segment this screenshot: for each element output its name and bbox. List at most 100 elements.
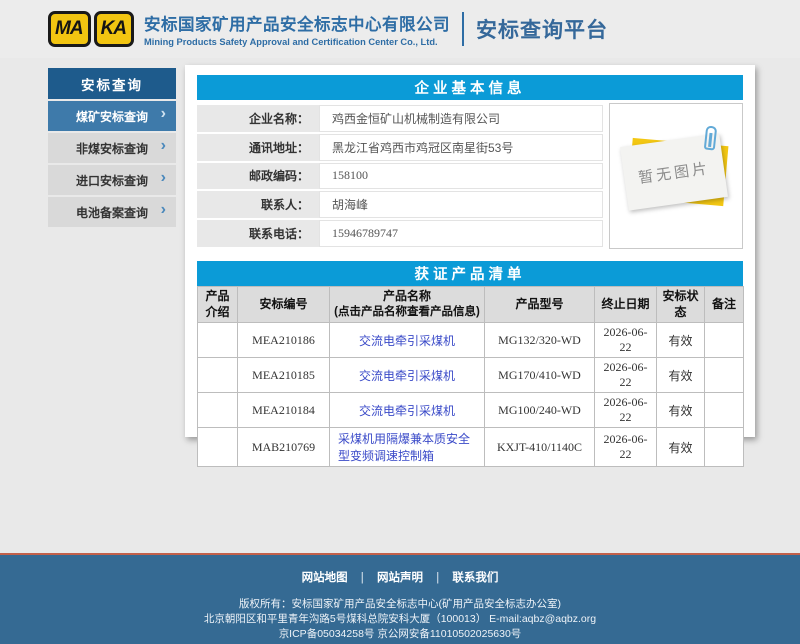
col-model: 产品型号 bbox=[485, 287, 595, 323]
table-row: MAB210769 采煤机用隔爆兼本质安全型变频调速控制箱 KXJT-410/1… bbox=[198, 428, 744, 467]
cell-intro bbox=[198, 428, 238, 467]
product-name-link[interactable]: 交流电牵引采煤机 bbox=[359, 404, 455, 418]
sidebar-title: 安标查询 bbox=[48, 68, 176, 99]
org-name-en: Mining Products Safety Approval and Cert… bbox=[144, 37, 450, 47]
col-remark: 备注 bbox=[705, 287, 744, 323]
product-name-link[interactable]: 交流电牵引采煤机 bbox=[359, 369, 455, 383]
col-product-name: 产品名称 (点击产品名称查看产品信息) bbox=[330, 287, 485, 323]
footer-address: 北京朝阳区和平里青年沟路5号煤科总院安科大厦（100013） E-mail:aq… bbox=[0, 612, 800, 627]
top-header: MA KA 安标国家矿用产品安全标志中心有限公司 Mining Products… bbox=[0, 0, 800, 58]
phone-value: 15946789747 bbox=[319, 220, 603, 247]
company-name-label: 企业名称： bbox=[197, 105, 319, 132]
sidebar: 安标查询 煤矿安标查询 › 非煤安标查询 › 进口安标查询 › 电池备案查询 › bbox=[48, 68, 176, 227]
footer-links: 网站地图 | 网站声明 | 联系我们 bbox=[0, 555, 800, 585]
col-product-name-hint: (点击产品名称查看产品信息) bbox=[333, 305, 481, 320]
page-footer: 网站地图 | 网站声明 | 联系我们 版权所有：安标国家矿用产品安全标志中心(矿… bbox=[0, 553, 800, 644]
table-header-row: 产品介绍 安标编号 产品名称 (点击产品名称查看产品信息) 产品型号 终止日期 … bbox=[198, 287, 744, 323]
sidebar-item-label: 进口安标查询 bbox=[76, 172, 148, 189]
col-status: 安标状态 bbox=[657, 287, 705, 323]
sidebar-item-noncoal-query[interactable]: 非煤安标查询 › bbox=[48, 133, 176, 163]
cell-remark bbox=[705, 393, 744, 428]
footer-link-statement[interactable]: 网站声明 bbox=[377, 572, 423, 584]
table-row: 通讯地址： 黑龙江省鸡西市鸡冠区南星街53号 bbox=[197, 134, 603, 161]
no-image-text: 暂无图片 bbox=[637, 157, 711, 188]
logo-ma-badge: MA bbox=[48, 11, 91, 47]
footer-separator: | bbox=[361, 572, 364, 584]
maka-logo: MA KA bbox=[48, 11, 134, 47]
chevron-right-icon: › bbox=[161, 137, 166, 155]
cell-cert-no: MAB210769 bbox=[238, 428, 330, 467]
sidebar-item-label: 电池备案查询 bbox=[76, 204, 148, 221]
postcode-value: 158100 bbox=[319, 163, 603, 190]
postcode-label: 邮政编码： bbox=[197, 163, 319, 190]
products-header: 获证产品清单 bbox=[197, 261, 743, 286]
cell-expiry: 2026-06-22 bbox=[595, 323, 657, 358]
footer-copyright-block: 版权所有：安标国家矿用产品安全标志中心(矿用产品安全标志办公室) 北京朝阳区和平… bbox=[0, 597, 800, 642]
main-panel: 企业基本信息 企业名称： 鸡西金恒矿山机械制造有限公司 通讯地址： 黑龙江省鸡西… bbox=[185, 65, 755, 437]
org-titles: 安标国家矿用产品安全标志中心有限公司 Mining Products Safet… bbox=[144, 11, 450, 47]
col-cert-no: 安标编号 bbox=[238, 287, 330, 323]
table-row: 邮政编码： 158100 bbox=[197, 163, 603, 190]
table-row: MEA210185 交流电牵引采煤机 MG170/410-WD 2026-06-… bbox=[198, 358, 744, 393]
content-area: 安标查询 煤矿安标查询 › 非煤安标查询 › 进口安标查询 › 电池备案查询 ›… bbox=[0, 58, 800, 553]
company-name-value: 鸡西金恒矿山机械制造有限公司 bbox=[319, 105, 603, 132]
footer-link-sitemap[interactable]: 网站地图 bbox=[302, 572, 348, 584]
footer-link-contact[interactable]: 联系我们 bbox=[452, 572, 498, 584]
footer-copyright: 版权所有：安标国家矿用产品安全标志中心(矿用产品安全标志办公室) bbox=[0, 597, 800, 612]
product-name-link[interactable]: 采煤机用隔爆兼本质安全型变频调速控制箱 bbox=[338, 432, 470, 463]
org-name-cn: 安标国家矿用产品安全标志中心有限公司 bbox=[144, 11, 450, 35]
cell-remark bbox=[705, 428, 744, 467]
cell-expiry: 2026-06-22 bbox=[595, 428, 657, 467]
cell-cert-no: MEA210184 bbox=[238, 393, 330, 428]
chevron-right-icon: › bbox=[161, 105, 166, 123]
sidebar-item-coal-query[interactable]: 煤矿安标查询 › bbox=[48, 101, 176, 131]
sidebar-item-import-query[interactable]: 进口安标查询 › bbox=[48, 165, 176, 195]
logo-ka-badge: KA bbox=[94, 11, 134, 47]
cell-intro bbox=[198, 358, 238, 393]
address-label: 通讯地址： bbox=[197, 134, 319, 161]
cell-status: 有效 bbox=[657, 323, 705, 358]
cell-remark bbox=[705, 358, 744, 393]
header-divider bbox=[462, 12, 464, 46]
cell-status: 有效 bbox=[657, 393, 705, 428]
col-expiry: 终止日期 bbox=[595, 287, 657, 323]
cell-remark bbox=[705, 323, 744, 358]
table-row: 联系电话： 15946789747 bbox=[197, 220, 603, 247]
no-image-placeholder: 暂无图片 bbox=[609, 103, 743, 249]
footer-separator: | bbox=[436, 572, 439, 584]
cell-status: 有效 bbox=[657, 428, 705, 467]
cell-intro bbox=[198, 323, 238, 358]
contact-label: 联系人： bbox=[197, 191, 319, 218]
col-product-name-line1: 产品名称 bbox=[333, 289, 481, 305]
address-value: 黑龙江省鸡西市鸡冠区南星街53号 bbox=[319, 134, 603, 161]
cell-model: MG170/410-WD bbox=[485, 358, 595, 393]
products-table: 产品介绍 安标编号 产品名称 (点击产品名称查看产品信息) 产品型号 终止日期 … bbox=[197, 286, 744, 467]
cell-model: KXJT-410/1140C bbox=[485, 428, 595, 467]
sidebar-item-label: 非煤安标查询 bbox=[76, 140, 148, 157]
company-info-section: 企业名称： 鸡西金恒矿山机械制造有限公司 通讯地址： 黑龙江省鸡西市鸡冠区南星街… bbox=[197, 103, 743, 249]
cell-cert-no: MEA210185 bbox=[238, 358, 330, 393]
chevron-right-icon: › bbox=[161, 201, 166, 219]
company-info-table: 企业名称： 鸡西金恒矿山机械制造有限公司 通讯地址： 黑龙江省鸡西市鸡冠区南星街… bbox=[197, 103, 603, 249]
cell-cert-no: MEA210186 bbox=[238, 323, 330, 358]
table-row: MEA210184 交流电牵引采煤机 MG100/240-WD 2026-06-… bbox=[198, 393, 744, 428]
table-row: 企业名称： 鸡西金恒矿山机械制造有限公司 bbox=[197, 105, 603, 132]
sidebar-item-battery-query[interactable]: 电池备案查询 › bbox=[48, 197, 176, 227]
col-intro: 产品介绍 bbox=[198, 287, 238, 323]
cell-expiry: 2026-06-22 bbox=[595, 358, 657, 393]
table-row: MEA210186 交流电牵引采煤机 MG132/320-WD 2026-06-… bbox=[198, 323, 744, 358]
cell-model: MG132/320-WD bbox=[485, 323, 595, 358]
cell-expiry: 2026-06-22 bbox=[595, 393, 657, 428]
contact-value: 胡海峰 bbox=[319, 191, 603, 218]
cell-status: 有效 bbox=[657, 358, 705, 393]
table-row: 联系人： 胡海峰 bbox=[197, 191, 603, 218]
product-name-link[interactable]: 交流电牵引采煤机 bbox=[359, 334, 455, 348]
company-info-header: 企业基本信息 bbox=[197, 75, 743, 100]
cell-intro bbox=[198, 393, 238, 428]
phone-label: 联系电话： bbox=[197, 220, 319, 247]
footer-icp: 京ICP备05034258号 京公网安备11010502025630号 bbox=[0, 627, 800, 642]
cell-model: MG100/240-WD bbox=[485, 393, 595, 428]
chevron-right-icon: › bbox=[161, 169, 166, 187]
platform-title: 安标查询平台 bbox=[476, 14, 608, 44]
sidebar-item-label: 煤矿安标查询 bbox=[76, 108, 148, 125]
